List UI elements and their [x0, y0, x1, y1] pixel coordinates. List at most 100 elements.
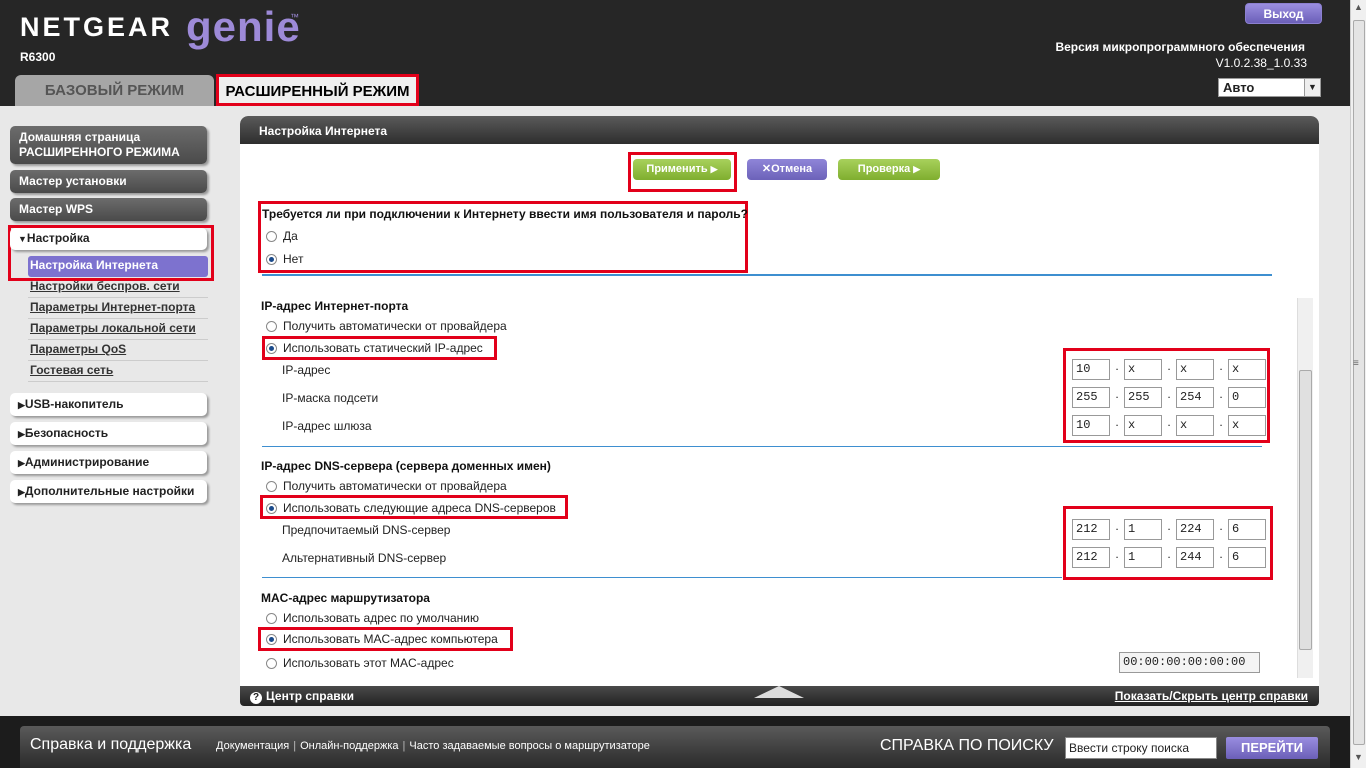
footer-link-online-support[interactable]: Онлайн-поддержка — [300, 740, 398, 752]
help-toggle-link[interactable]: Показать/Скрыть центр справки — [1115, 689, 1308, 703]
tab-basic-mode[interactable]: БАЗОВЫЙ РЕЖИМ — [15, 75, 214, 106]
ip-auto-option[interactable]: Получить автоматически от провайдера — [266, 319, 507, 333]
scroll-down-icon[interactable]: ▼ — [1354, 752, 1363, 762]
mac-computer-option[interactable]: Использовать MAC-адрес компьютера — [266, 632, 498, 646]
ip-octet-3[interactable]: x — [1176, 359, 1214, 380]
ip-section-title: IP-адрес Интернет-порта — [261, 299, 409, 313]
go-button[interactable]: ПЕРЕЙТИ — [1226, 737, 1318, 759]
subnet-octet-2[interactable]: 255 — [1124, 387, 1162, 408]
gateway-octet-1[interactable]: 10 — [1072, 415, 1110, 436]
ip-octet-2[interactable]: x — [1124, 359, 1162, 380]
radio-ip-auto[interactable] — [266, 321, 277, 333]
search-input[interactable]: Ввести строку поиска — [1065, 737, 1217, 759]
dot: . — [1219, 359, 1223, 373]
highlight-dns-fields — [1063, 506, 1273, 580]
footer-link-docs[interactable]: Документация — [216, 740, 289, 752]
radio-ip-static[interactable] — [266, 343, 277, 355]
test-label: Проверка — [857, 163, 911, 175]
cancel-button[interactable]: ✕Отмена — [747, 159, 827, 180]
gateway-octet-4[interactable]: x — [1228, 415, 1266, 436]
dns-manual-label: Использовать следующие адреса DNS-сервер… — [283, 501, 556, 515]
subnet-octet-1[interactable]: 255 — [1072, 387, 1110, 408]
sidebar-setup-wizard[interactable]: Мастер установки — [10, 170, 207, 193]
dns-primary-input[interactable]: 212. 1. 224. 6 — [1072, 519, 1266, 540]
sidebar-administration[interactable]: ▶Администрирование — [10, 451, 207, 474]
play-icon: ▶ — [710, 164, 718, 174]
divider — [262, 446, 1262, 447]
close-icon: ✕ — [761, 163, 772, 175]
sidebar-administration-label: Администрирование — [24, 455, 150, 469]
sidebar-setup[interactable]: ▼Настройка — [10, 228, 207, 250]
radio-dns-manual[interactable] — [266, 503, 277, 515]
gateway-label: IP-адрес шлюза — [282, 419, 372, 433]
dns1-octet-2[interactable]: 1 — [1124, 519, 1162, 540]
gateway-octet-3[interactable]: x — [1176, 415, 1214, 436]
sidebar-item-wan-port[interactable]: Параметры Интернет-порта — [28, 298, 208, 319]
dns2-octet-3[interactable]: 244 — [1176, 547, 1214, 568]
tab-advanced-mode[interactable]: РАСШИРЕННЫЙ РЕЖИМ — [216, 74, 419, 106]
sidebar-item-guest-network[interactable]: Гостевая сеть — [28, 361, 208, 382]
dns2-octet-2[interactable]: 1 — [1124, 547, 1162, 568]
dns2-octet-1[interactable]: 212 — [1072, 547, 1110, 568]
panel-scrollbar[interactable] — [1297, 298, 1313, 678]
subnet-label: IP-маска подсети — [282, 391, 379, 405]
window-scrollbar[interactable]: ▲ ≡ ▼ — [1350, 0, 1366, 768]
sidebar-item-internet-setup[interactable]: Настройка Интернета — [28, 256, 208, 277]
help-center-label: Центр справки — [266, 689, 355, 703]
sidebar-usb[interactable]: ▶USB-накопитель — [10, 393, 207, 416]
login-yes-option[interactable]: Да — [266, 229, 298, 243]
subnet-octet-4[interactable]: 0 — [1228, 387, 1266, 408]
triangle-down-icon: ▼ — [18, 234, 27, 244]
logout-button[interactable]: Выход — [1245, 3, 1322, 24]
dns1-octet-4[interactable]: 6 — [1228, 519, 1266, 540]
chevron-down-icon[interactable]: ▼ — [1304, 79, 1320, 96]
sidebar-home[interactable]: Домашняя страница РАСШИРЕННОГО РЕЖИМА — [10, 126, 207, 164]
login-no-option[interactable]: Нет — [266, 252, 303, 266]
trademark: ™ — [290, 12, 299, 22]
ip-static-option[interactable]: Использовать статический IP-адрес — [266, 341, 483, 355]
mac-this-option[interactable]: Использовать этот MAC-адрес — [266, 656, 454, 670]
language-select[interactable]: Авто ▼ — [1218, 78, 1321, 97]
test-button[interactable]: Проверка ▶ — [838, 159, 940, 180]
dot: . — [1219, 519, 1223, 533]
radio-dns-auto[interactable] — [266, 481, 277, 493]
ip-address-input[interactable]: 10. x. x. x — [1072, 359, 1266, 380]
sidebar-advanced-settings[interactable]: ▶Дополнительные настройки — [10, 480, 207, 503]
gateway-input[interactable]: 10. x. x. x — [1072, 415, 1266, 436]
radio-login-no[interactable] — [266, 254, 277, 266]
mac-default-option[interactable]: Использовать адрес по умолчанию — [266, 611, 479, 625]
dot: . — [1115, 519, 1119, 533]
dns1-octet-1[interactable]: 212 — [1072, 519, 1110, 540]
panel-scroll-thumb[interactable] — [1299, 370, 1312, 650]
mac-address-input[interactable]: 00:00:00:00:00:00 — [1119, 652, 1260, 673]
dns-secondary-input[interactable]: 212. 1. 244. 6 — [1072, 547, 1266, 568]
window-scroll-thumb[interactable] — [1353, 20, 1365, 745]
dns-manual-option[interactable]: Использовать следующие адреса DNS-сервер… — [266, 501, 556, 515]
dns1-octet-3[interactable]: 224 — [1176, 519, 1214, 540]
sidebar-wps-wizard[interactable]: Мастер WPS — [10, 198, 207, 221]
dot: . — [1115, 359, 1119, 373]
sidebar-item-wireless[interactable]: Настройки беспров. сети — [28, 277, 208, 298]
apply-button[interactable]: Применить ▶ — [633, 159, 731, 180]
login-yes-label: Да — [283, 229, 298, 243]
radio-mac-default[interactable] — [266, 613, 277, 625]
footer-title: Справка и поддержка — [30, 736, 192, 753]
sidebar-item-qos[interactable]: Параметры QoS — [28, 340, 208, 361]
expand-help-icon[interactable] — [754, 686, 804, 698]
dns-auto-option[interactable]: Получить автоматически от провайдера — [266, 479, 507, 493]
radio-mac-this[interactable] — [266, 658, 277, 670]
sidebar-item-lan[interactable]: Параметры локальной сети — [28, 319, 208, 340]
gateway-octet-2[interactable]: x — [1124, 415, 1162, 436]
ip-octet-4[interactable]: x — [1228, 359, 1266, 380]
radio-login-yes[interactable] — [266, 231, 277, 243]
radio-mac-computer[interactable] — [266, 634, 277, 646]
subnet-octet-3[interactable]: 254 — [1176, 387, 1214, 408]
scroll-up-icon[interactable]: ▲ — [1354, 2, 1363, 12]
dns-section-title: IP-адрес DNS-сервера (сервера доменных и… — [261, 459, 551, 473]
dns2-octet-4[interactable]: 6 — [1228, 547, 1266, 568]
sidebar-security[interactable]: ▶Безопасность — [10, 422, 207, 445]
help-center-link[interactable]: ? Центр справки — [250, 689, 354, 704]
subnet-input[interactable]: 255. 255. 254. 0 — [1072, 387, 1266, 408]
ip-octet-1[interactable]: 10 — [1072, 359, 1110, 380]
footer-link-faq[interactable]: Часто задаваемые вопросы о маршрутизатор… — [409, 740, 650, 752]
